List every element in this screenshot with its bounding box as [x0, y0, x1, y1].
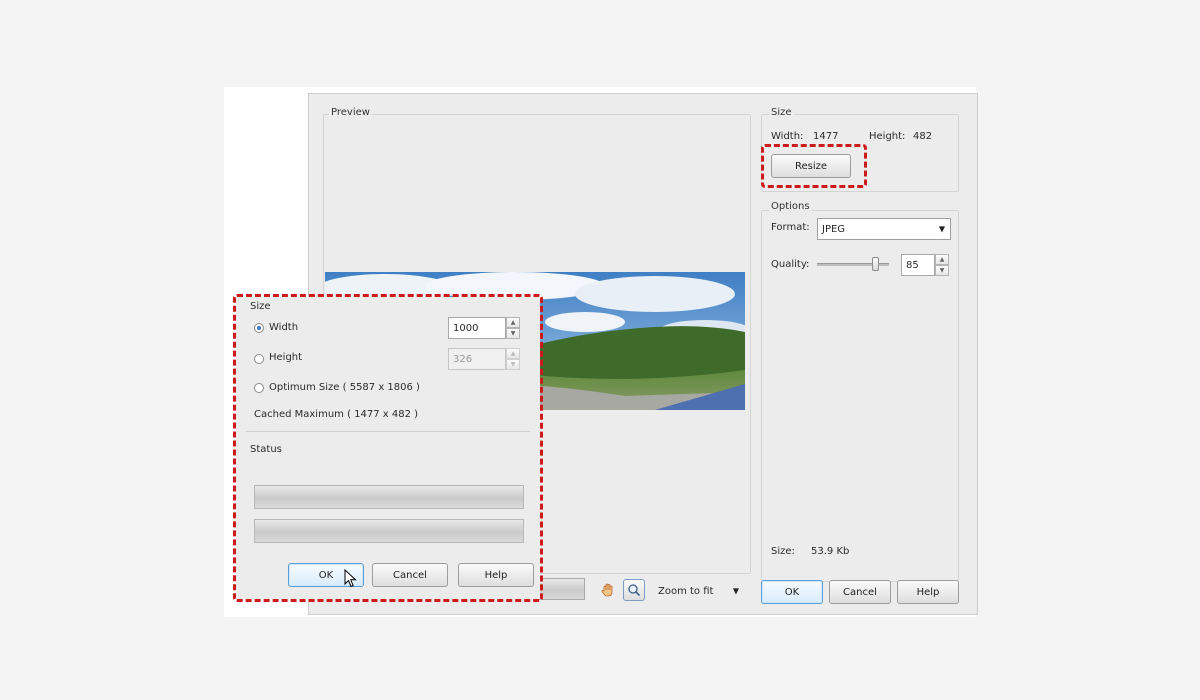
image-width-value: 1477: [813, 131, 839, 142]
image-height-value: 482: [913, 131, 933, 142]
format-value: JPEG: [822, 223, 846, 235]
options-group-label: Options: [769, 201, 812, 212]
preview-scrollbar[interactable]: [539, 578, 585, 600]
format-select[interactable]: JPEG ▼: [817, 218, 951, 240]
quality-input[interactable]: 85: [901, 254, 935, 276]
magnifier-icon: [628, 584, 641, 597]
zoom-select[interactable]: Zoom to fit ▼: [653, 580, 745, 602]
format-label: Format:: [771, 222, 810, 233]
quality-spin-down[interactable]: ▼: [935, 265, 949, 276]
file-size-label: Size:: [771, 546, 795, 557]
file-size-value: 53.9 Kb: [811, 546, 850, 557]
quality-slider[interactable]: [817, 254, 889, 274]
zoom-value: Zoom to fit: [658, 585, 714, 597]
ok-button[interactable]: OK: [761, 580, 823, 604]
pan-hand-icon[interactable]: [600, 582, 616, 598]
cancel-button[interactable]: Cancel: [829, 580, 891, 604]
size-group-label: Size: [769, 107, 794, 118]
quality-label: Quality:: [771, 259, 810, 270]
resize-button-highlight: [761, 144, 867, 188]
resize-dialog-highlight: [233, 294, 543, 602]
preview-label: Preview: [329, 107, 372, 118]
chevron-down-icon: ▼: [732, 586, 739, 596]
help-button[interactable]: Help: [897, 580, 959, 604]
chevron-down-icon: ▼: [938, 224, 945, 234]
quality-spin-up[interactable]: ▲: [935, 254, 949, 265]
slider-thumb[interactable]: [872, 257, 879, 271]
image-width-label: Width:: [771, 131, 804, 142]
zoom-tool-button[interactable]: [623, 579, 645, 601]
image-height-label: Height:: [869, 131, 906, 142]
